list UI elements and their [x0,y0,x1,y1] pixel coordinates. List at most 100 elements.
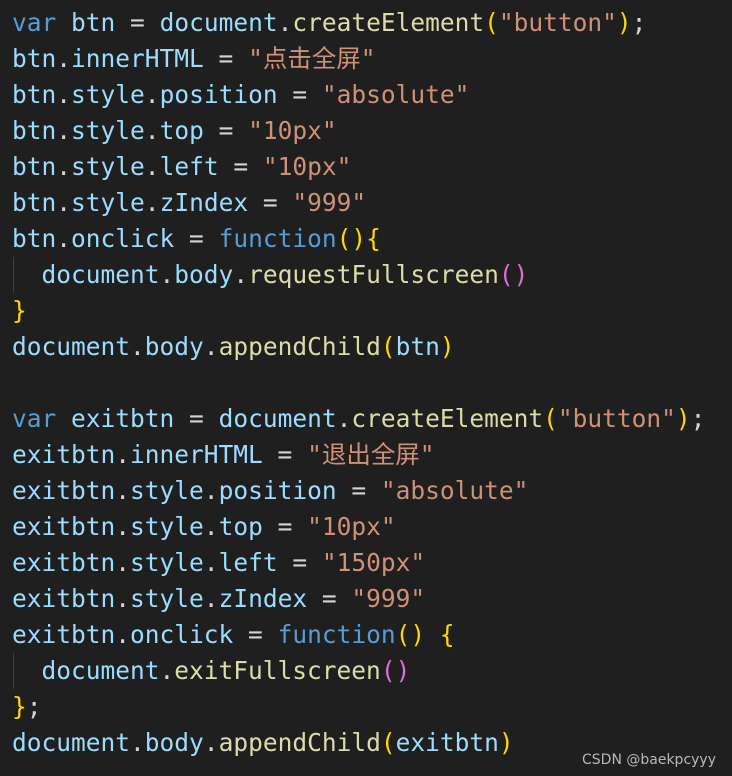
code-token: ( [484,8,499,37]
code-token: document [41,260,160,289]
code-token: position [218,476,337,505]
code-line[interactable]: }; [12,689,42,725]
code-token: var [12,8,57,37]
code-token: . [115,476,131,505]
code-line[interactable]: document.body.requestFullscreen() [12,257,529,293]
code-token: () [498,260,529,289]
code-token: ) [616,8,632,37]
code-token: btn [12,80,57,109]
code-token: = [277,548,322,577]
code-token: . [233,260,249,289]
code-line[interactable]: document.exitFullscreen() [12,653,411,689]
code-token: style [71,188,145,217]
code-line[interactable]: exitbtn.style.position = "absolute" [12,473,528,509]
code-token: { [366,224,381,253]
code-token: () [380,656,411,685]
code-line[interactable]: exitbtn.style.zIndex = "999" [12,581,425,617]
code-token: var [12,404,57,433]
code-token: ) [498,728,514,757]
code-line[interactable]: btn.style.zIndex = "999" [12,185,366,221]
code-token: document [12,332,131,361]
code-token: . [130,332,145,361]
code-token: btn [12,116,57,145]
code-token: . [56,44,72,73]
code-line[interactable]: btn.style.left = "10px" [12,149,351,185]
code-token: = [336,476,381,505]
code-token: exitbtn [12,512,116,541]
code-token: . [203,728,219,757]
code-token: . [203,476,219,505]
code-token: = [262,440,308,469]
code-token: function [277,620,396,649]
code-token: btn [395,332,440,361]
code-token: "点击全屏" [248,44,376,73]
code-token: zIndex [159,188,249,217]
code-token: = [277,80,322,109]
code-token: () [395,620,426,649]
code-token: . [203,332,219,361]
code-token: exitbtn [12,620,116,649]
code-token: position [159,80,278,109]
code-token: ; [26,692,42,721]
code-line[interactable]: exitbtn.onclick = function() { [12,617,455,653]
code-token: innerHTML [130,440,263,469]
code-token: . [130,728,145,757]
code-token: exitbtn [12,476,116,505]
watermark: CSDN @baekpcyyy [582,752,716,768]
code-line[interactable]: var exitbtn = document.createElement("bu… [12,401,705,437]
code-line[interactable]: btn.style.position = "absolute" [12,77,469,113]
code-token: exitbtn [395,728,499,757]
code-token: = [174,404,219,433]
code-token: . [144,152,160,181]
code-token: style [130,476,204,505]
code-line[interactable]: btn.style.top = "10px" [12,113,337,149]
code-token: = [203,116,249,145]
code-token: } [12,692,27,721]
code-line[interactable]: } [12,293,27,329]
code-line[interactable]: var btn = document.createElement("button… [12,5,646,41]
code-token: "退出全屏" [307,440,435,469]
code-token: style [130,548,204,577]
code-line[interactable]: btn.onclick = function(){ [12,221,381,257]
code-token: "absolute" [321,80,470,109]
code-token: . [159,656,175,685]
code-token: onclick [130,620,234,649]
code-token: exitbtn [12,548,116,577]
code-token: top [159,116,204,145]
code-line[interactable]: exitbtn.innerHTML = "退出全屏" [12,437,435,473]
code-token: . [56,188,72,217]
code-token: ; [631,8,647,37]
code-token: ) [675,404,691,433]
code-editor[interactable]: var btn = document.createElement("button… [0,0,732,776]
code-line[interactable]: document.body.appendChild(btn) [12,329,455,365]
code-token: createElement [292,8,485,37]
code-token: body [144,332,204,361]
code-line[interactable]: btn.innerHTML = "点击全屏" [12,41,376,77]
code-token: top [218,512,263,541]
code-token: appendChild [218,728,381,757]
code-token: "absolute" [380,476,529,505]
code-token: = [203,44,249,73]
code-token: ( [380,728,396,757]
code-token: style [71,116,145,145]
code-token: document [218,404,337,433]
code-token: btn [12,152,57,181]
code-line[interactable]: document.body.appendChild(exitbtn) [12,725,514,761]
code-token: . [159,260,175,289]
code-token: exitbtn [71,404,175,433]
code-token: . [56,116,72,145]
code-token: ; [690,404,706,433]
code-token: = [115,8,160,37]
code-token: ( [380,332,396,361]
code-token: btn [12,224,57,253]
code-token: . [115,548,131,577]
code-token: "10px" [262,152,352,181]
code-token: style [130,584,204,613]
code-token: . [203,548,219,577]
code-line[interactable]: exitbtn.style.left = "150px" [12,545,425,581]
code-line[interactable]: exitbtn.style.top = "10px" [12,509,396,545]
